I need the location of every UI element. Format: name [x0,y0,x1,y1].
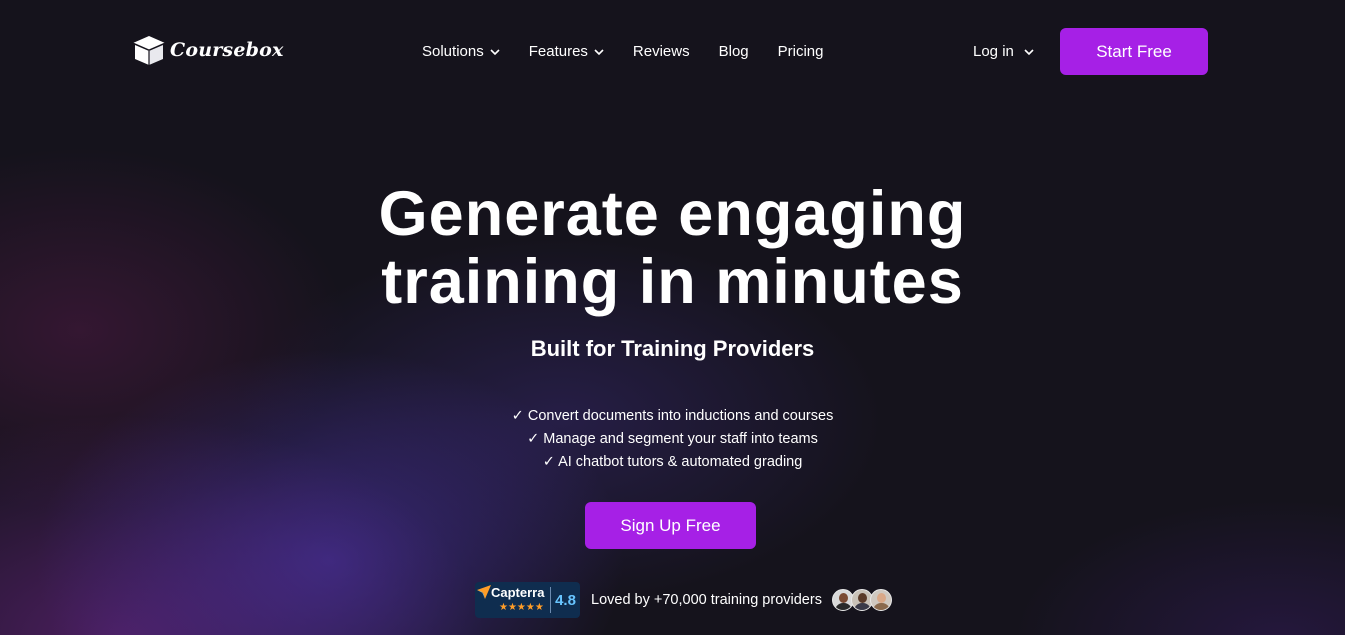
capterra-arrow-icon [477,585,491,599]
social-proof: Capterra ★★★★★ 4.8 Loved by +70,000 trai… [475,582,892,618]
nav-item-label: Features [528,43,588,60]
brand-logo[interactable]: Coursebox [132,34,284,66]
nav-item-pricing[interactable]: Pricing [778,43,824,60]
nav-item-label: Reviews [632,43,690,60]
nav-item-blog[interactable]: Blog [719,43,749,60]
chevron-down-icon [1024,48,1034,55]
capterra-brand: Capterra ★★★★★ [475,582,550,618]
feature-check-item: ✓ Manage and segment your staff into tea… [527,431,818,447]
loved-by-text: Loved by +70,000 training providers [591,592,822,608]
start-free-button[interactable]: Start Free [1060,28,1208,75]
feature-check-item: ✓ Convert documents into inductions and … [511,408,834,424]
hero-title-line-1: Generate engaging [378,179,967,249]
hero-subtitle: Built for Training Providers [530,336,815,361]
capterra-rating: 4.8 [555,591,576,609]
top-navigation: Coursebox Solutions Features Reviews Blo… [0,28,1345,75]
nav-item-label: Blog [718,43,749,60]
nav-item-solutions[interactable]: Solutions [422,43,501,60]
feature-check-item: ✓ AI chatbot tutors & automated grading [542,454,803,470]
nav-item-label: Solutions [422,43,484,60]
brand-name: Coursebox [170,39,284,61]
capterra-stars: ★★★★★ [499,602,544,613]
login-label: Log in [973,43,1014,60]
capterra-badge[interactable]: Capterra ★★★★★ 4.8 [475,582,580,618]
customer-avatars [831,589,892,611]
nav-item-reviews[interactable]: Reviews [633,43,690,60]
nav-item-label: Pricing [777,43,824,60]
login-menu[interactable]: Log in [973,43,1035,60]
nav-item-features[interactable]: Features [529,43,605,60]
main-menu: Solutions Features Reviews Blog Pricing [422,43,824,60]
sign-up-free-button[interactable]: Sign Up Free [585,502,756,549]
graduation-box-icon [132,36,166,65]
chevron-down-icon [490,48,500,55]
hero-title-line-2: training in minutes [381,247,964,317]
chevron-down-icon [594,48,604,55]
avatar [869,589,892,611]
feature-checklist: ✓ Convert documents into inductions and … [0,405,1345,474]
capterra-name: Capterra [491,585,545,600]
hero-title: Generate engaging training in minutes [0,180,1345,316]
